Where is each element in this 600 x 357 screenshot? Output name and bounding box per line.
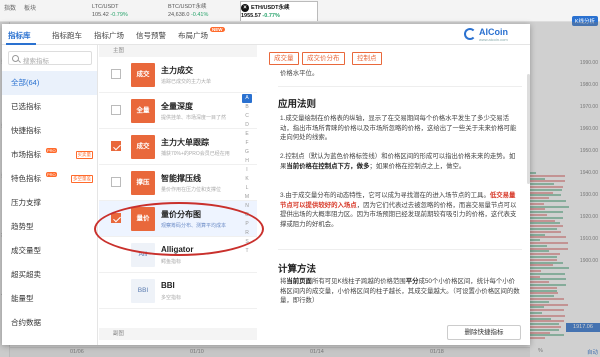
section-calc: 计算方法 <box>278 264 317 275</box>
delete-shortcut-button[interactable]: 删除快捷指标 <box>447 325 521 340</box>
divider <box>278 86 522 87</box>
rule-1: 1.成交量绘制在价格表的纵轴，显示了在交易期间每个价格水平发生了多少交易活动，指… <box>280 115 517 141</box>
close-icon[interactable]: × <box>241 4 249 12</box>
list-item[interactable]: 撑压 智能撑压线 量价作用在压力位和支撑位 <box>99 165 257 201</box>
alphabet-letter[interactable]: N <box>242 202 252 211</box>
rule-3: 3.由于成交量分布的动态特性，它可以成为寻找潜在的进入场节点的工具。低交易量节点… <box>280 192 517 228</box>
alphabet-letter[interactable]: H <box>242 157 252 166</box>
nav-volume[interactable]: 成交量型 <box>2 239 97 263</box>
nav-support[interactable]: 压力支撑 <box>2 191 97 215</box>
alphabet-letter[interactable]: M <box>242 193 252 202</box>
calc-text: 将当前页面所有可见K线柱子跨越的价格范围平分成50个小价格区间，统计每个小价格区… <box>280 278 520 304</box>
indicator-icon: BBI <box>131 279 155 303</box>
search-input[interactable]: 搜索指标 <box>8 51 92 65</box>
detail-intro: 价格水平位。 <box>280 70 319 77</box>
nav-market[interactable]: 市场指标 PRO 买卖量 <box>2 143 97 167</box>
alphabet-letter[interactable]: T <box>242 247 252 256</box>
indicator-icon: 全量 <box>131 99 155 123</box>
nav-tag: 多空量差 <box>71 175 93 183</box>
pro-badge: PRO <box>46 148 57 153</box>
category-nav: 搜索指标 全部(64) 已选指标 快捷指标 市场指标 PRO 买卖量 特色指标 PRO… <box>2 45 98 345</box>
section-main: 主图 <box>99 45 257 57</box>
alphabet-letter[interactable]: E <box>242 130 252 139</box>
alphabet-letter[interactable]: C <box>242 112 252 121</box>
nav-tag: 买卖量 <box>75 151 93 159</box>
ticker-eth-active[interactable]: × ETH/USDT永续 1955.57 -0.77% <box>240 1 318 21</box>
nav-quick[interactable]: 快捷指标 <box>2 119 97 143</box>
tab-index[interactable]: 指数 <box>4 3 16 12</box>
tab-indicator-runner[interactable]: 指标跑车 <box>52 30 82 41</box>
tab-sector[interactable]: 板块 <box>24 3 36 12</box>
modal-tabs: 指标库 指标跑车 指标广场 信号预警 布局广场 NEW <box>2 24 530 45</box>
list-item[interactable]: 成交 主力成交 追踪已成交的主力大单 <box>99 57 257 93</box>
checkbox[interactable] <box>111 177 121 187</box>
tab-layout-square[interactable]: 布局广场 <box>178 30 208 41</box>
ticker-ltc[interactable]: LTC/USDT 105.42 -0.79% <box>92 1 172 21</box>
nav-energy[interactable]: 能量型 <box>2 287 97 311</box>
detail-tab-price-dist[interactable]: 成交价分布 <box>302 52 345 65</box>
indicator-icon: 成交 <box>131 63 155 87</box>
tab-indicator-square[interactable]: 指标广场 <box>94 30 124 41</box>
list-item[interactable]: 成交 主力大单跟踪 捕获70%+的PRO会员已经在用 <box>99 129 257 165</box>
checkbox[interactable] <box>111 141 121 151</box>
logo-icon <box>464 28 476 40</box>
new-badge: NEW <box>210 27 225 32</box>
checkbox[interactable] <box>111 105 121 115</box>
alphabet-letter[interactable]: B <box>242 103 252 112</box>
nav-overbought[interactable]: 超买超卖 <box>2 263 97 287</box>
indicator-modal: 指标库 指标跑车 指标广场 信号预警 布局广场 NEW 搜索指标 全部(64) … <box>2 24 530 345</box>
aicoin-logo: AICoin www.aicoin.com <box>464 26 524 44</box>
tab-signal-alert[interactable]: 信号预警 <box>136 30 166 41</box>
nav-trend[interactable]: 趋势型 <box>2 215 97 239</box>
highlight-circle <box>94 202 264 256</box>
nav-all[interactable]: 全部(64) <box>2 71 97 95</box>
tab-indicator-library[interactable]: 指标库 <box>8 30 31 41</box>
scrollbar[interactable] <box>527 74 530 184</box>
alphabet-letter[interactable]: D <box>242 121 252 130</box>
pro-badge: PRO <box>46 172 57 177</box>
divider <box>278 249 522 250</box>
detail-tab-volume[interactable]: 成交量 <box>269 52 299 65</box>
alphabet-letter[interactable]: L <box>242 184 252 193</box>
nav-featured[interactable]: 特色指标 PRO 多空量差 <box>2 167 97 191</box>
indicator-list: 主图 成交 主力成交 追踪已成交的主力大单 全量 全量深度 提供挂单、市场深度一… <box>99 45 257 345</box>
list-item[interactable]: BBI BBI 多空指标 <box>99 273 257 309</box>
alphabet-letter[interactable]: K <box>242 175 252 184</box>
nav-selected[interactable]: 已选指标 <box>2 95 97 119</box>
alphabet-letter[interactable]: G <box>242 148 252 157</box>
list-item[interactable]: 全量 全量深度 提供挂单、市场深度一目了然 <box>99 93 257 129</box>
search-icon <box>12 55 19 62</box>
alphabet-letter[interactable]: A <box>242 94 252 103</box>
top-bar: 指数 板块 LTC/USDT 105.42 -0.79% BTC/USDT永续 … <box>0 0 600 22</box>
alphabet-letter[interactable]: F <box>242 139 252 148</box>
detail-tab-control-point[interactable]: 控制点 <box>352 52 382 65</box>
ticker-btc[interactable]: BTC/USDT永续 24,638.0 -0.41% <box>168 1 248 21</box>
nav-contract[interactable]: 合约数据 <box>2 311 97 335</box>
checkbox[interactable] <box>111 69 121 79</box>
alphabet-letter[interactable]: I <box>242 166 252 175</box>
rule-2: 2.控制点（默认为蓝色价格标签线）和价格区间的形成可以指出价格未来的走势。如果当… <box>280 153 516 170</box>
section-sub: 副图 <box>99 328 257 340</box>
indicator-icon: 撑压 <box>131 171 155 195</box>
section-rules: 应用法则 <box>278 99 317 110</box>
indicator-icon: 成交 <box>131 135 155 159</box>
